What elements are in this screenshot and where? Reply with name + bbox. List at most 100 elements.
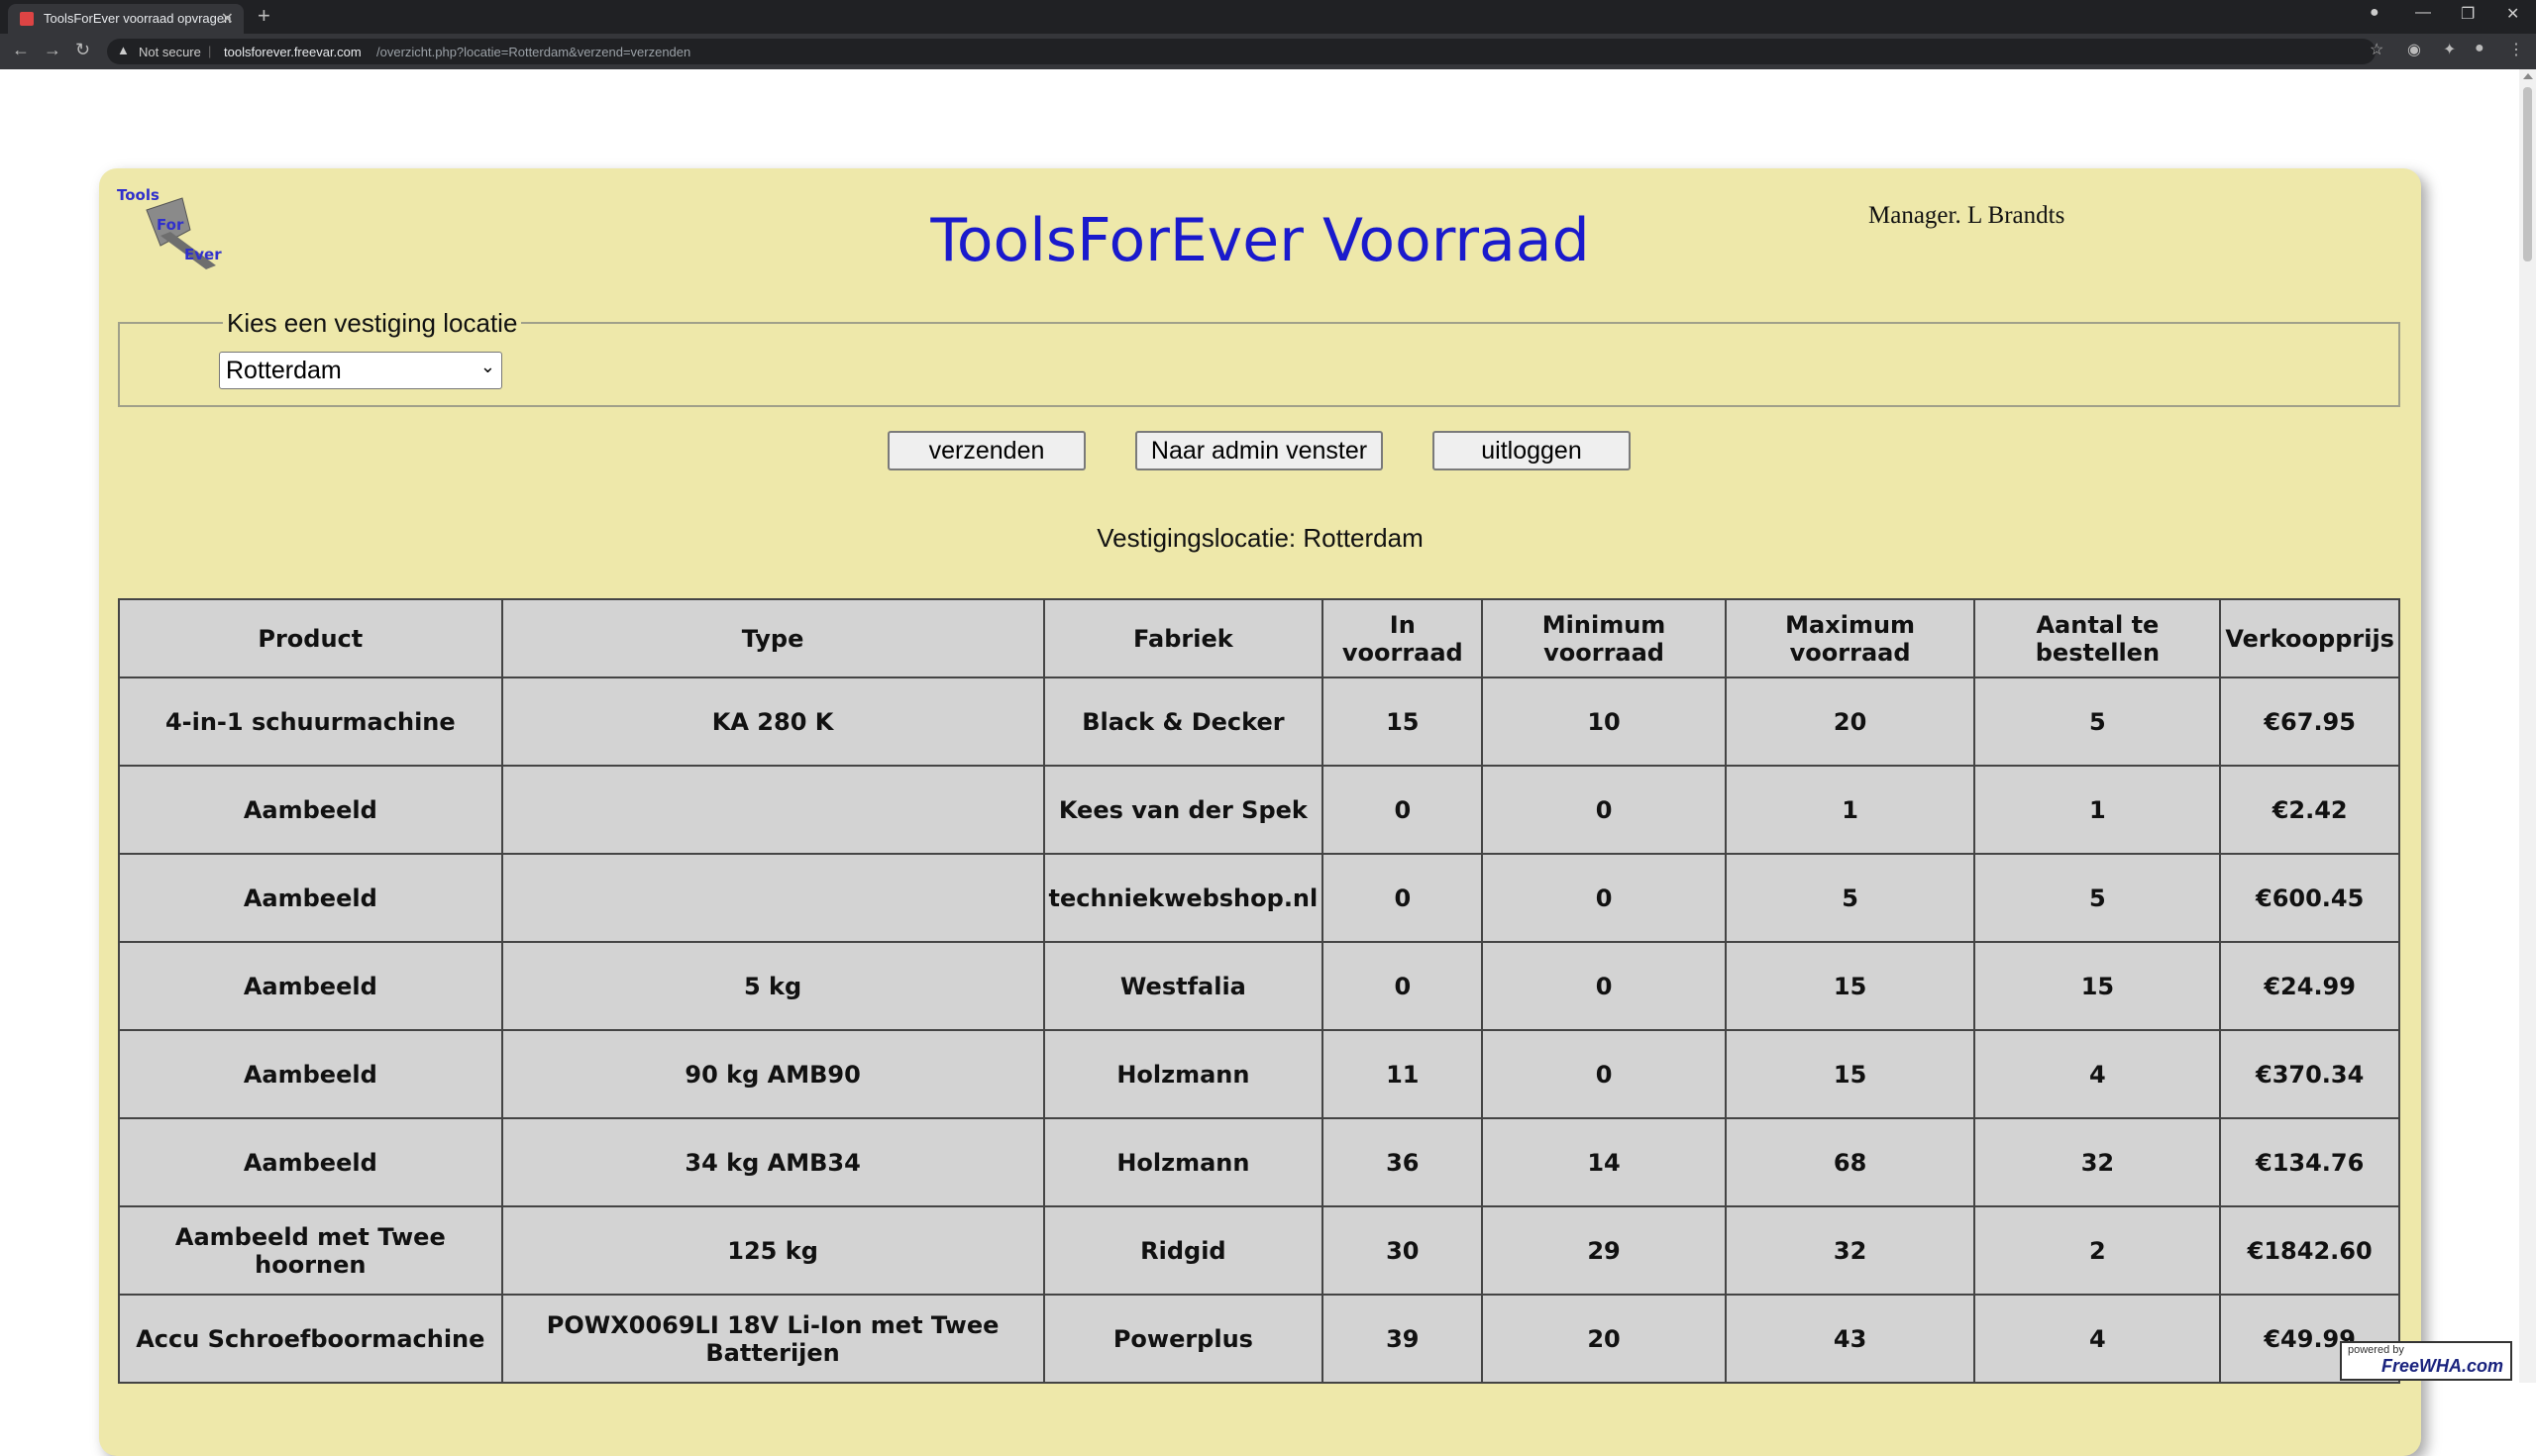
cell-type: POWX0069LI 18V Li-Ion met Twee Batterije…	[500, 1294, 1045, 1384]
cell-max-stock: 5	[1724, 853, 1976, 943]
cell-max-stock: 20	[1724, 676, 1976, 767]
admin-button[interactable]: Naar admin venster	[1135, 431, 1383, 470]
table-header-row: Product Type Fabriek In voorraad Minimum…	[118, 598, 2400, 678]
cell-in-stock: 30	[1321, 1205, 1484, 1296]
cell-min-stock: 10	[1481, 676, 1727, 767]
table-row: Aambeeld techniekwebshop.nl 0 0 5 5 €600.45	[118, 853, 2400, 943]
cell-min-stock: 0	[1481, 941, 1727, 1031]
cell-to-order: 2	[1973, 1205, 2222, 1296]
scrollbar-thumb[interactable]	[2523, 87, 2532, 261]
cell-in-stock: 11	[1321, 1029, 1484, 1119]
cell-in-stock: 0	[1321, 853, 1484, 943]
cell-max-stock: 32	[1724, 1205, 1976, 1296]
freewha-badge[interactable]: powered by FreeWHA.com	[2340, 1341, 2512, 1381]
header-factory: Fabriek	[1042, 598, 1324, 678]
cell-to-order: 4	[1973, 1294, 2222, 1384]
cell-product: Aambeeld	[118, 853, 503, 943]
cell-type: 5 kg	[500, 941, 1045, 1031]
cell-factory: Black & Decker	[1042, 676, 1324, 767]
bookmark-star-icon[interactable]: ☆	[2370, 40, 2383, 59]
header-price: Verkoopprijs	[2219, 598, 2400, 678]
restore-icon[interactable]: ❐	[2461, 4, 2475, 24]
cell-factory: Ridgid	[1042, 1205, 1324, 1296]
cell-product: Aambeeld	[118, 1117, 503, 1207]
url-host: toolsforever.freevar.com	[224, 45, 362, 59]
cell-price: €2.42	[2219, 765, 2400, 855]
header-product: Product	[118, 598, 503, 678]
header-to-order: Aantal te bestellen	[1973, 598, 2222, 678]
table-row: 4-in-1 schuurmachine KA 280 K Black & Deck…	[118, 676, 2400, 767]
forward-icon[interactable]: →	[44, 40, 61, 60]
header-type: Type	[500, 598, 1045, 678]
cell-factory: Westfalia	[1042, 941, 1324, 1031]
cell-to-order: 4	[1973, 1029, 2222, 1119]
cell-price: €24.99	[2219, 941, 2400, 1031]
table-row: Aambeeld met Twee hoornen 125 kg Ridgid 30 2…	[118, 1205, 2400, 1296]
warning-icon: ▲	[117, 43, 130, 57]
cell-product: Aambeeld	[118, 765, 503, 855]
cell-to-order: 5	[1973, 853, 2222, 943]
new-tab-icon[interactable]: +	[258, 3, 270, 29]
cell-product: Aambeeld met Twee hoornen	[118, 1205, 503, 1296]
table-row: Aambeeld Kees van der Spek 0 0 1 1 €2.42	[118, 765, 2400, 855]
reload-icon[interactable]: ↻	[75, 40, 90, 60]
cell-price: €67.95	[2219, 676, 2400, 767]
location-fieldset: Kies een vestiging locatie Rotterdam ⌄	[118, 308, 2400, 407]
back-icon[interactable]: ←	[12, 40, 30, 60]
location-heading: Vestigingslocatie: Rotterdam	[1097, 523, 1424, 553]
url-field[interactable]: ▲ Not secure | toolsforever.freevar.com …	[107, 39, 2376, 64]
logout-button[interactable]: uitloggen	[1432, 431, 1631, 470]
profile-icon[interactable]: ●	[2370, 4, 2379, 22]
table-row: Aambeeld 90 kg AMB90 Holzmann 11 0 15 4 €370.34	[118, 1029, 2400, 1119]
location-select-value: Rotterdam	[226, 357, 342, 384]
cell-product: Aambeeld	[118, 941, 503, 1031]
scroll-up-icon[interactable]	[2523, 73, 2533, 79]
cell-product: Accu Schroefboormachine	[118, 1294, 503, 1384]
cell-product: Aambeeld	[118, 1029, 503, 1119]
cell-min-stock: 0	[1481, 853, 1727, 943]
close-window-icon[interactable]: ✕	[2506, 4, 2519, 24]
cell-factory: Holzmann	[1042, 1117, 1324, 1207]
cell-factory: Powerplus	[1042, 1294, 1324, 1384]
table-row: Aambeeld 34 kg AMB34 Holzmann 36 14 68 32 €134.…	[118, 1117, 2400, 1207]
submit-button[interactable]: verzenden	[888, 431, 1086, 470]
vertical-scrollbar[interactable]	[2519, 69, 2536, 1383]
table-row: Accu Schroefboormachine POWX0069LI 18V Li…	[118, 1294, 2400, 1384]
table-row: Aambeeld 5 kg Westfalia 0 0 15 15 €24.99	[118, 941, 2400, 1031]
cell-max-stock: 68	[1724, 1117, 1976, 1207]
cell-type: 90 kg AMB90	[500, 1029, 1045, 1119]
inventory-table: Product Type Fabriek In voorraad Minimum…	[118, 598, 2400, 1384]
logo-text-1: Tools	[117, 186, 159, 204]
cell-max-stock: 43	[1724, 1294, 1976, 1384]
cell-min-stock: 14	[1481, 1117, 1727, 1207]
cell-to-order: 5	[1973, 676, 2222, 767]
menu-icon[interactable]: ⋮	[2508, 40, 2524, 59]
cell-type: 125 kg	[500, 1205, 1045, 1296]
browser-tab[interactable]: ToolsForEver voorraad opvragen ✕	[8, 4, 244, 34]
cell-min-stock: 0	[1481, 765, 1727, 855]
cell-min-stock: 0	[1481, 1029, 1727, 1119]
favicon-icon	[20, 12, 34, 26]
url-path: /overzicht.php?locatie=Rotterdam&verzend…	[376, 45, 691, 59]
puzzle-icon[interactable]: ✦	[2443, 40, 2456, 59]
header-max-stock: Maximum voorraad	[1724, 598, 1976, 678]
profile-avatar-icon[interactable]: ●	[2475, 40, 2484, 57]
close-tab-icon[interactable]: ✕	[221, 9, 234, 29]
cell-price: €370.34	[2219, 1029, 2400, 1119]
url-separator: |	[208, 44, 212, 58]
cell-max-stock: 15	[1724, 1029, 1976, 1119]
extension-icon[interactable]: ◉	[2407, 40, 2421, 59]
location-legend: Kies een vestiging locatie	[223, 308, 522, 339]
minimize-icon[interactable]: —	[2415, 4, 2431, 22]
cell-in-stock: 0	[1321, 941, 1484, 1031]
manager-name: Manager. L Brandts	[1868, 202, 2065, 229]
chevron-down-icon: ⌄	[479, 357, 495, 376]
cell-type: KA 280 K	[500, 676, 1045, 767]
cell-in-stock: 39	[1321, 1294, 1484, 1384]
location-select[interactable]: Rotterdam ⌄	[219, 352, 502, 389]
cell-factory: Holzmann	[1042, 1029, 1324, 1119]
cell-product: 4-in-1 schuurmachine	[118, 676, 503, 767]
cell-min-stock: 20	[1481, 1294, 1727, 1384]
page-title: ToolsForEver Voorraad	[930, 206, 1590, 275]
cell-max-stock: 1	[1724, 765, 1976, 855]
